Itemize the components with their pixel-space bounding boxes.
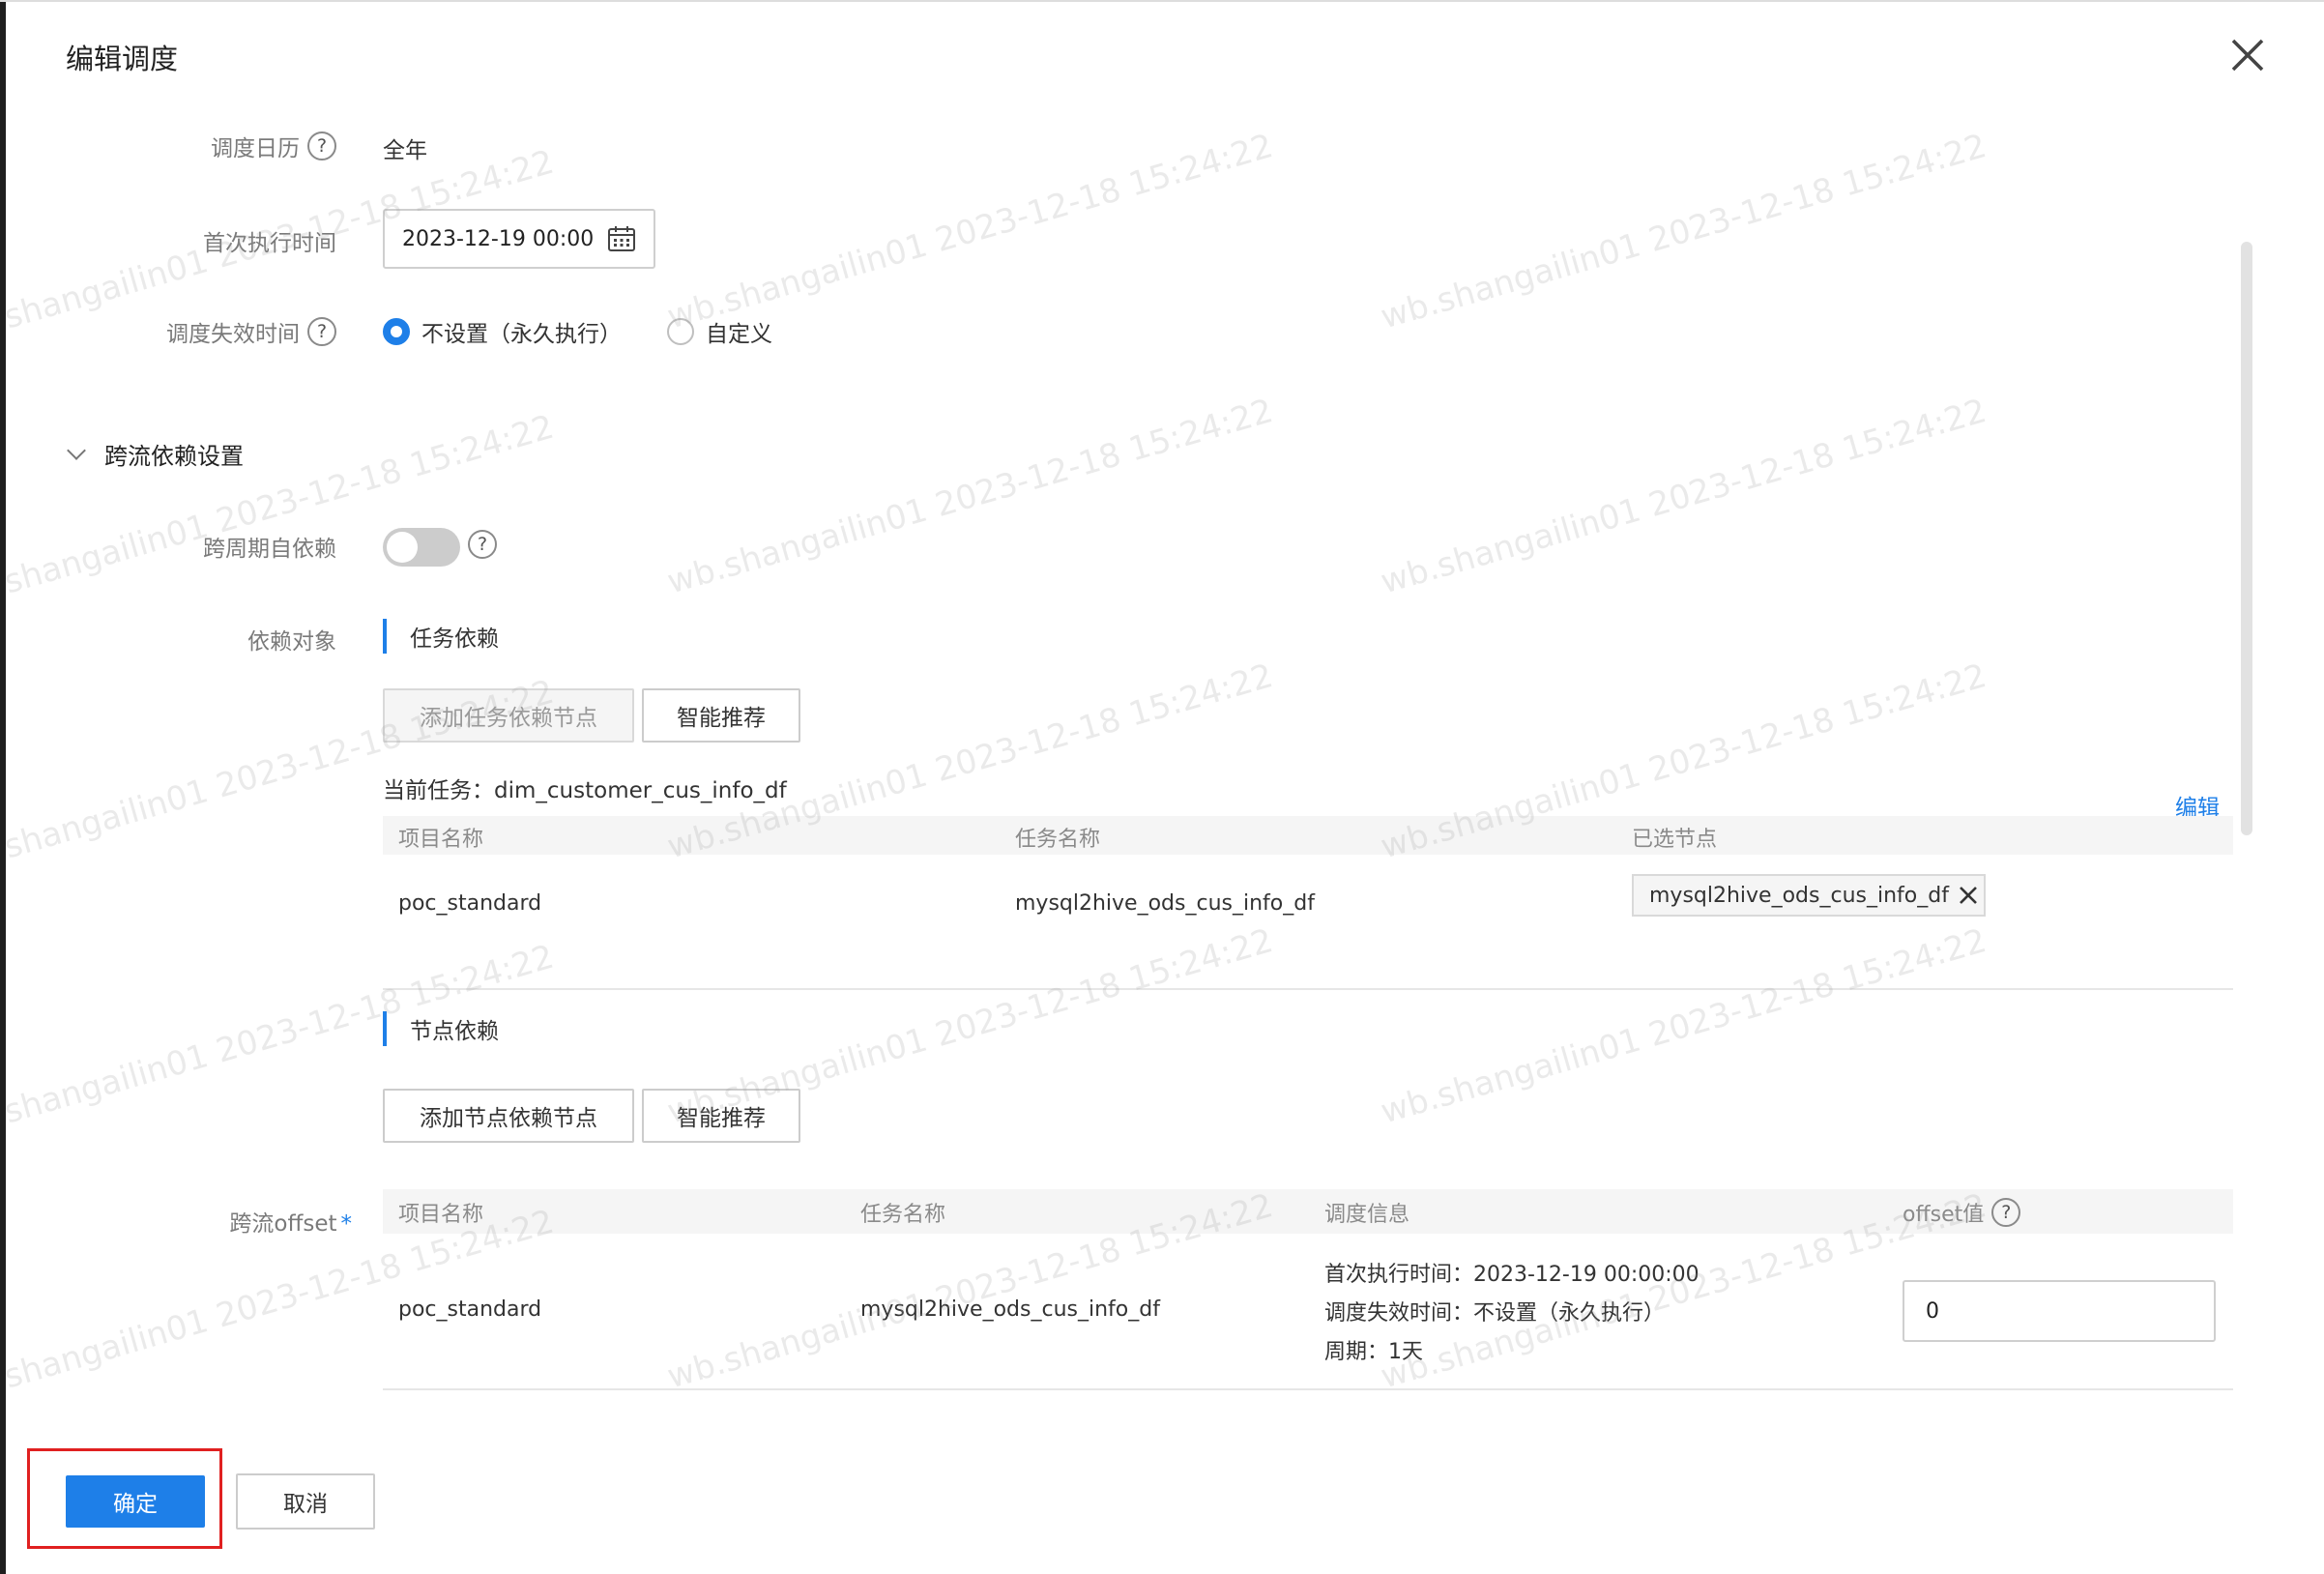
column-header: 任务名称 — [1015, 828, 1101, 852]
add-node-dependency-button[interactable]: 添加节点依赖节点 — [383, 1089, 634, 1143]
section-title: 跨流依赖设置 — [104, 443, 244, 470]
first-run-datetime-input[interactable]: 2023-12-19 00:00 — [383, 209, 655, 269]
watermark: wb.shangailin01 2023-12-18 15:24:22 — [663, 127, 1278, 337]
task-cell: mysql2hive_ods_cus_info_df — [860, 1297, 1160, 1322]
help-icon[interactable]: ? — [307, 317, 336, 346]
top-border — [0, 0, 2324, 2]
task-dependency-title: 任务依赖 — [383, 619, 499, 654]
accent-bar — [383, 619, 387, 654]
radio-unchecked-icon — [667, 318, 694, 345]
switch-knob — [387, 532, 418, 563]
offset-value: 0 — [1926, 1298, 1939, 1324]
help-icon[interactable]: ? — [307, 131, 336, 160]
schedule-cycle: 周期：1天 — [1324, 1340, 1423, 1364]
expire-option-never[interactable]: 不设置（永久执行） — [383, 315, 622, 348]
offset-label-text: 跨流offset — [229, 1211, 337, 1237]
help-icon[interactable]: ? — [1991, 1198, 2021, 1227]
sub-title-text: 节点依赖 — [410, 1019, 499, 1044]
calendar-icon[interactable] — [607, 225, 636, 252]
smart-recommend-button-2[interactable]: 智能推荐 — [642, 1089, 800, 1143]
table-header: 项目名称 任务名称 调度信息 offset值 ? — [383, 1189, 2233, 1234]
radio-checked-icon — [383, 318, 410, 345]
project-cell: poc_standard — [398, 1297, 542, 1322]
node-dependency-title: 节点依赖 — [383, 1011, 499, 1046]
offset-label: 跨流offset * — [229, 1205, 352, 1238]
offset-table: 项目名称 任务名称 调度信息 offset值 ? poc_standard my… — [383, 1189, 2233, 1390]
remove-tag-icon[interactable] — [1957, 884, 1980, 907]
watermark: wb.shangailin01 2023-12-18 15:24:22 — [1377, 127, 1991, 337]
left-edge — [0, 0, 6, 1574]
project-cell: poc_standard — [398, 891, 542, 916]
add-task-dependency-button[interactable]: 添加任务依赖节点 — [383, 688, 634, 743]
schedule-first-run: 首次执行时间：2023-12-19 00:00:00 — [1324, 1263, 1699, 1287]
help-icon[interactable]: ? — [468, 530, 497, 559]
table-row: poc_standard mysql2hive_ods_cus_info_df … — [383, 855, 2233, 990]
calendar-label: 调度日历 ? — [211, 130, 336, 162]
current-task-text: 当前任务：dim_customer_cus_info_df — [383, 778, 787, 803]
table-row: poc_standard mysql2hive_ods_cus_info_df … — [383, 1234, 2233, 1390]
task-cell: mysql2hive_ods_cus_info_df — [1015, 891, 1315, 916]
column-header: 已选节点 — [1632, 828, 1718, 852]
scrollbar[interactable] — [2241, 242, 2252, 835]
radio-label: 不设置（永久执行） — [421, 322, 622, 347]
offset-header: offset值 ? — [1903, 1197, 2021, 1228]
accent-bar — [383, 1011, 387, 1046]
task-dependency-table: 项目名称 任务名称 已选节点 poc_standard mysql2hive_o… — [383, 816, 2233, 990]
cross-cycle-switch[interactable] — [383, 528, 460, 567]
watermark: wb.shangailin01 2023-12-18 15:24:22 — [1377, 392, 1991, 602]
first-run-label: 首次执行时间 — [203, 231, 336, 256]
tag-label: mysql2hive_ods_cus_info_df — [1649, 883, 1949, 908]
offset-input[interactable]: 0 — [1903, 1280, 2216, 1342]
expire-label: 调度失效时间 ? — [166, 315, 336, 348]
dep-object-label: 依赖对象 — [247, 629, 336, 655]
cancel-button[interactable]: 取消 — [236, 1473, 375, 1530]
sub-title-text: 任务依赖 — [410, 627, 499, 652]
column-header: 调度信息 — [1324, 1203, 1410, 1227]
smart-recommend-button[interactable]: 智能推荐 — [642, 688, 800, 743]
selected-node-tag: mysql2hive_ods_cus_info_df — [1632, 874, 1986, 917]
expire-option-custom[interactable]: 自定义 — [667, 315, 772, 348]
close-icon[interactable] — [2229, 37, 2266, 73]
column-header: 项目名称 — [398, 828, 484, 852]
cross-cycle-label: 跨周期自依赖 — [203, 537, 336, 562]
column-header: offset值 — [1903, 1203, 1985, 1227]
dialog-title: 编辑调度 — [66, 43, 179, 75]
table-header: 项目名称 任务名称 已选节点 — [383, 816, 2233, 855]
radio-label: 自定义 — [706, 322, 772, 347]
chevron-down-icon — [67, 440, 86, 460]
required-mark: * — [340, 1211, 353, 1237]
cross-flow-section-toggle[interactable]: 跨流依赖设置 — [67, 437, 244, 471]
highlight-annotation — [27, 1448, 222, 1549]
first-run-value: 2023-12-19 00:00 — [402, 226, 595, 251]
column-header: 项目名称 — [398, 1203, 484, 1227]
calendar-value: 全年 — [383, 138, 427, 163]
column-header: 任务名称 — [860, 1203, 946, 1227]
watermark: wb.shangailin01 2023-12-18 15:24:22 — [663, 392, 1278, 602]
schedule-expire: 调度失效时间：不设置（永久执行） — [1324, 1301, 1666, 1326]
